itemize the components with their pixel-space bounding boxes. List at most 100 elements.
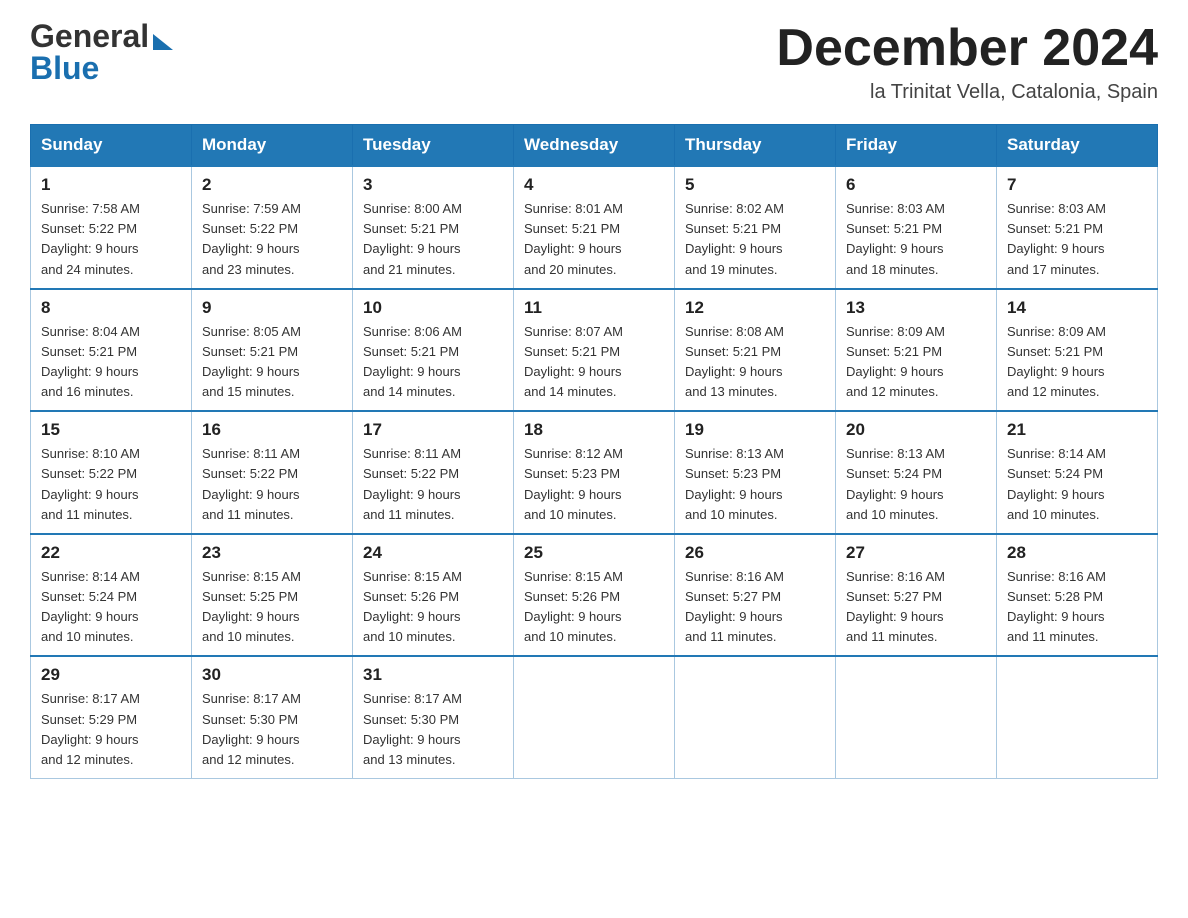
- day-number: 29: [41, 665, 181, 685]
- day-number: 21: [1007, 420, 1147, 440]
- calendar-cell: 15 Sunrise: 8:10 AM Sunset: 5:22 PM Dayl…: [31, 411, 192, 534]
- col-header-monday: Monday: [192, 125, 353, 167]
- calendar-cell: 11 Sunrise: 8:07 AM Sunset: 5:21 PM Dayl…: [514, 289, 675, 412]
- day-info: Sunrise: 8:14 AM Sunset: 5:24 PM Dayligh…: [41, 567, 181, 648]
- day-info: Sunrise: 8:12 AM Sunset: 5:23 PM Dayligh…: [524, 444, 664, 525]
- day-number: 19: [685, 420, 825, 440]
- day-info: Sunrise: 8:14 AM Sunset: 5:24 PM Dayligh…: [1007, 444, 1147, 525]
- col-header-thursday: Thursday: [675, 125, 836, 167]
- calendar-cell: 6 Sunrise: 8:03 AM Sunset: 5:21 PM Dayli…: [836, 166, 997, 289]
- calendar-cell: [514, 656, 675, 778]
- day-info: Sunrise: 8:17 AM Sunset: 5:30 PM Dayligh…: [202, 689, 342, 770]
- day-number: 22: [41, 543, 181, 563]
- calendar-cell: 30 Sunrise: 8:17 AM Sunset: 5:30 PM Dayl…: [192, 656, 353, 778]
- calendar-cell: [836, 656, 997, 778]
- day-number: 18: [524, 420, 664, 440]
- day-number: 1: [41, 175, 181, 195]
- calendar-header-row: SundayMondayTuesdayWednesdayThursdayFrid…: [31, 125, 1158, 167]
- calendar-cell: 27 Sunrise: 8:16 AM Sunset: 5:27 PM Dayl…: [836, 534, 997, 657]
- day-number: 23: [202, 543, 342, 563]
- day-info: Sunrise: 8:13 AM Sunset: 5:23 PM Dayligh…: [685, 444, 825, 525]
- calendar-cell: 10 Sunrise: 8:06 AM Sunset: 5:21 PM Dayl…: [353, 289, 514, 412]
- day-number: 24: [363, 543, 503, 563]
- col-header-tuesday: Tuesday: [353, 125, 514, 167]
- day-number: 10: [363, 298, 503, 318]
- day-number: 7: [1007, 175, 1147, 195]
- day-number: 9: [202, 298, 342, 318]
- day-info: Sunrise: 8:08 AM Sunset: 5:21 PM Dayligh…: [685, 322, 825, 403]
- day-info: Sunrise: 8:05 AM Sunset: 5:21 PM Dayligh…: [202, 322, 342, 403]
- calendar-week-row: 15 Sunrise: 8:10 AM Sunset: 5:22 PM Dayl…: [31, 411, 1158, 534]
- day-info: Sunrise: 8:04 AM Sunset: 5:21 PM Dayligh…: [41, 322, 181, 403]
- logo-blue-text: Blue: [30, 52, 173, 84]
- day-info: Sunrise: 8:07 AM Sunset: 5:21 PM Dayligh…: [524, 322, 664, 403]
- calendar-week-row: 22 Sunrise: 8:14 AM Sunset: 5:24 PM Dayl…: [31, 534, 1158, 657]
- calendar-cell: 2 Sunrise: 7:59 AM Sunset: 5:22 PM Dayli…: [192, 166, 353, 289]
- calendar-cell: 13 Sunrise: 8:09 AM Sunset: 5:21 PM Dayl…: [836, 289, 997, 412]
- calendar-cell: 3 Sunrise: 8:00 AM Sunset: 5:21 PM Dayli…: [353, 166, 514, 289]
- day-info: Sunrise: 8:17 AM Sunset: 5:29 PM Dayligh…: [41, 689, 181, 770]
- day-number: 5: [685, 175, 825, 195]
- logo-line1: General: [30, 20, 173, 52]
- calendar-cell: 23 Sunrise: 8:15 AM Sunset: 5:25 PM Dayl…: [192, 534, 353, 657]
- calendar-cell: 18 Sunrise: 8:12 AM Sunset: 5:23 PM Dayl…: [514, 411, 675, 534]
- day-number: 3: [363, 175, 503, 195]
- col-header-sunday: Sunday: [31, 125, 192, 167]
- calendar-cell: 7 Sunrise: 8:03 AM Sunset: 5:21 PM Dayli…: [997, 166, 1158, 289]
- day-info: Sunrise: 8:16 AM Sunset: 5:27 PM Dayligh…: [685, 567, 825, 648]
- col-header-friday: Friday: [836, 125, 997, 167]
- calendar-cell: 22 Sunrise: 8:14 AM Sunset: 5:24 PM Dayl…: [31, 534, 192, 657]
- calendar-cell: 28 Sunrise: 8:16 AM Sunset: 5:28 PM Dayl…: [997, 534, 1158, 657]
- day-info: Sunrise: 8:00 AM Sunset: 5:21 PM Dayligh…: [363, 199, 503, 280]
- day-info: Sunrise: 8:15 AM Sunset: 5:26 PM Dayligh…: [363, 567, 503, 648]
- day-number: 13: [846, 298, 986, 318]
- day-info: Sunrise: 8:17 AM Sunset: 5:30 PM Dayligh…: [363, 689, 503, 770]
- location-text: la Trinitat Vella, Catalonia, Spain: [776, 81, 1158, 104]
- day-info: Sunrise: 8:10 AM Sunset: 5:22 PM Dayligh…: [41, 444, 181, 525]
- day-number: 14: [1007, 298, 1147, 318]
- day-info: Sunrise: 8:13 AM Sunset: 5:24 PM Dayligh…: [846, 444, 986, 525]
- calendar-cell: 31 Sunrise: 8:17 AM Sunset: 5:30 PM Dayl…: [353, 656, 514, 778]
- calendar-cell: 14 Sunrise: 8:09 AM Sunset: 5:21 PM Dayl…: [997, 289, 1158, 412]
- day-info: Sunrise: 8:11 AM Sunset: 5:22 PM Dayligh…: [363, 444, 503, 525]
- day-number: 20: [846, 420, 986, 440]
- calendar-cell: 5 Sunrise: 8:02 AM Sunset: 5:21 PM Dayli…: [675, 166, 836, 289]
- calendar-week-row: 1 Sunrise: 7:58 AM Sunset: 5:22 PM Dayli…: [31, 166, 1158, 289]
- calendar-table: SundayMondayTuesdayWednesdayThursdayFrid…: [30, 124, 1158, 779]
- calendar-cell: 20 Sunrise: 8:13 AM Sunset: 5:24 PM Dayl…: [836, 411, 997, 534]
- logo-general-text: General: [30, 20, 149, 52]
- page-header: General Blue December 2024 la Trinitat V…: [30, 20, 1158, 104]
- day-number: 17: [363, 420, 503, 440]
- logo-arrow-icon: [153, 34, 173, 50]
- day-number: 16: [202, 420, 342, 440]
- title-block: December 2024 la Trinitat Vella, Catalon…: [776, 20, 1158, 104]
- day-info: Sunrise: 8:02 AM Sunset: 5:21 PM Dayligh…: [685, 199, 825, 280]
- day-info: Sunrise: 8:11 AM Sunset: 5:22 PM Dayligh…: [202, 444, 342, 525]
- calendar-cell: 8 Sunrise: 8:04 AM Sunset: 5:21 PM Dayli…: [31, 289, 192, 412]
- day-info: Sunrise: 8:09 AM Sunset: 5:21 PM Dayligh…: [846, 322, 986, 403]
- month-title: December 2024: [776, 20, 1158, 77]
- calendar-cell: 21 Sunrise: 8:14 AM Sunset: 5:24 PM Dayl…: [997, 411, 1158, 534]
- calendar-week-row: 29 Sunrise: 8:17 AM Sunset: 5:29 PM Dayl…: [31, 656, 1158, 778]
- calendar-cell: 17 Sunrise: 8:11 AM Sunset: 5:22 PM Dayl…: [353, 411, 514, 534]
- day-info: Sunrise: 8:01 AM Sunset: 5:21 PM Dayligh…: [524, 199, 664, 280]
- day-number: 31: [363, 665, 503, 685]
- calendar-cell: 24 Sunrise: 8:15 AM Sunset: 5:26 PM Dayl…: [353, 534, 514, 657]
- day-number: 28: [1007, 543, 1147, 563]
- day-number: 30: [202, 665, 342, 685]
- day-number: 11: [524, 298, 664, 318]
- calendar-cell: 1 Sunrise: 7:58 AM Sunset: 5:22 PM Dayli…: [31, 166, 192, 289]
- calendar-cell: 4 Sunrise: 8:01 AM Sunset: 5:21 PM Dayli…: [514, 166, 675, 289]
- day-info: Sunrise: 8:16 AM Sunset: 5:27 PM Dayligh…: [846, 567, 986, 648]
- day-info: Sunrise: 8:15 AM Sunset: 5:26 PM Dayligh…: [524, 567, 664, 648]
- col-header-wednesday: Wednesday: [514, 125, 675, 167]
- calendar-cell: [997, 656, 1158, 778]
- col-header-saturday: Saturday: [997, 125, 1158, 167]
- day-info: Sunrise: 8:03 AM Sunset: 5:21 PM Dayligh…: [1007, 199, 1147, 280]
- logo: General Blue: [30, 20, 173, 84]
- day-info: Sunrise: 7:59 AM Sunset: 5:22 PM Dayligh…: [202, 199, 342, 280]
- day-number: 26: [685, 543, 825, 563]
- day-number: 25: [524, 543, 664, 563]
- day-number: 2: [202, 175, 342, 195]
- day-number: 6: [846, 175, 986, 195]
